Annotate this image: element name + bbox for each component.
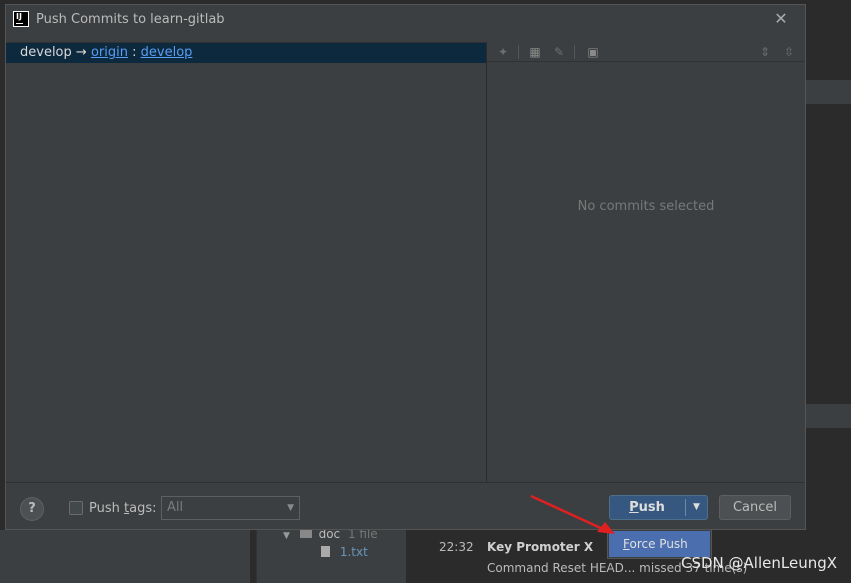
push-label-rest: ush [638, 500, 665, 515]
ide-background-band [805, 80, 851, 104]
ide-bottom-left-panel [0, 530, 250, 583]
file-icon [321, 546, 330, 557]
remote-separator: : [132, 45, 137, 60]
event-title[interactable]: Key Promoter X [487, 540, 593, 554]
edit-icon[interactable]: ✎ [551, 44, 567, 60]
app-icon-text: IJ [16, 12, 22, 21]
cancel-button[interactable]: Cancel [719, 495, 791, 520]
intellij-logo-icon: IJ [13, 11, 29, 27]
footer-divider [6, 482, 805, 483]
group-by-icon[interactable]: ▦ [527, 44, 543, 60]
pin-icon[interactable]: ✦ [495, 44, 511, 60]
repositories-pane: develop → origin : develop [6, 42, 486, 482]
collapse-all-icon[interactable]: ⇳ [781, 44, 797, 60]
tags-select-value: All [167, 500, 184, 515]
help-button[interactable]: ? [20, 497, 44, 521]
push-mnemonic: P [629, 500, 639, 515]
repo-push-row[interactable]: develop → origin : develop [6, 43, 486, 63]
chevron-down-icon: ▼ [287, 503, 294, 513]
annotation-arrow-icon [530, 494, 615, 534]
push-arrow: → [75, 45, 87, 60]
tree-file-name: 1.txt [339, 545, 368, 559]
chevron-down-icon: ▼ [283, 531, 290, 541]
force-push-label-rest: orce Push [629, 537, 688, 551]
toolbar-separator [518, 45, 519, 59]
ide-separator [406, 530, 434, 583]
push-tags-suffix: ags: [129, 501, 157, 516]
push-tags-checkbox[interactable] [69, 501, 83, 515]
close-icon[interactable]: ✕ [771, 9, 791, 29]
event-time: 22:32 [439, 540, 474, 554]
local-branch: develop [20, 45, 72, 60]
watermark: CSDN @AllenLeungX [681, 554, 837, 572]
push-tags-label[interactable]: Push tags: [89, 501, 156, 516]
expand-all-icon[interactable]: ⇕ [757, 44, 773, 60]
push-commits-dialog: IJ Push Commits to learn-gitlab ✕ develo… [5, 4, 806, 530]
changes-tree-panel: ▼ doc 1 file 1.txt [256, 527, 406, 583]
push-dropdown-chevron-icon[interactable]: ▼ [686, 496, 707, 519]
remote-link[interactable]: origin [91, 45, 128, 60]
commit-details-pane: ✦ ▦ ✎ ▣ ⇕ ⇳ No commits selected [487, 42, 805, 482]
ide-background-band [805, 404, 851, 428]
push-tags-prefix: Push [89, 501, 124, 516]
folder-icon [299, 529, 312, 538]
details-toolbar: ✦ ▦ ✎ ▣ ⇕ ⇳ [487, 42, 805, 62]
target-branch-link[interactable]: develop [141, 45, 193, 60]
dialog-title: Push Commits to learn-gitlab [36, 12, 225, 27]
preview-diff-icon[interactable]: ▣ [585, 44, 601, 60]
dialog-titlebar[interactable]: IJ Push Commits to learn-gitlab ✕ [6, 5, 805, 35]
empty-state-text: No commits selected [577, 199, 715, 214]
tree-file-row[interactable]: 1.txt [321, 545, 368, 559]
tags-select[interactable]: All ▼ [161, 496, 300, 520]
toolbar-separator [574, 45, 575, 59]
